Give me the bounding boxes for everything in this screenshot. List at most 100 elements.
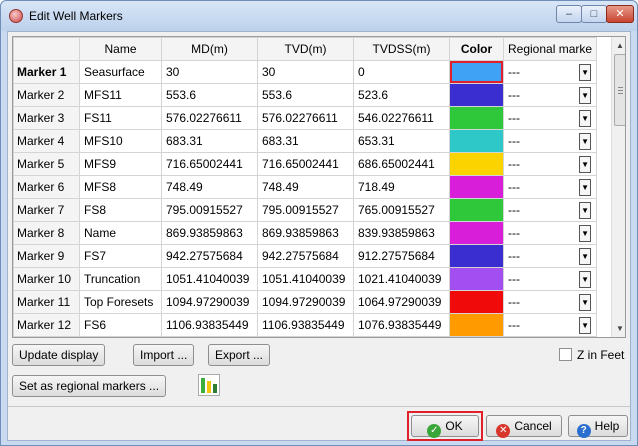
table-row[interactable]: Marker 12 FS6 1106.93835449 1106.93835449 10…	[13, 313, 598, 337]
chevron-down-icon[interactable]: ▼	[579, 224, 592, 242]
scroll-up-icon[interactable]: ▲	[612, 37, 625, 54]
name-cell[interactable]: FS7	[79, 244, 162, 268]
table-row[interactable]: Marker 6 MFS8 748.49 748.49 718.49 --- ▼	[13, 175, 598, 199]
row-header[interactable]: Marker 9	[13, 244, 80, 268]
color-cell[interactable]	[449, 83, 504, 107]
close-button[interactable]: ✕	[606, 5, 634, 23]
color-swatch[interactable]	[450, 130, 503, 152]
name-cell[interactable]: MFS8	[79, 175, 162, 199]
tvdss-cell[interactable]: 1021.41040039	[353, 267, 450, 291]
tvdss-cell[interactable]: 546.02276611	[353, 106, 450, 130]
chevron-down-icon[interactable]: ▼	[579, 201, 592, 219]
md-cell[interactable]: 553.6	[161, 83, 258, 107]
md-cell[interactable]: 795.00915527	[161, 198, 258, 222]
regional-marker-combobox[interactable]: --- ▼	[508, 315, 592, 336]
vertical-scrollbar[interactable]: ▲ ▼	[611, 37, 625, 337]
title-bar[interactable]: Edit Well Markers – □ ✕	[1, 1, 637, 31]
row-header[interactable]: Marker 8	[13, 221, 80, 245]
cancel-button[interactable]: ✕ Cancel	[486, 415, 562, 438]
regional-marker-select[interactable]: --- ▼	[502, 198, 598, 222]
tvd-cell[interactable]: 1106.93835449	[257, 313, 354, 337]
regional-marker-combobox[interactable]: --- ▼	[508, 269, 592, 290]
md-cell[interactable]: 1106.93835449	[161, 313, 258, 337]
color-swatch[interactable]	[450, 153, 503, 175]
table-row[interactable]: Marker 10 Truncation 1051.41040039 1051.410…	[13, 267, 598, 291]
regional-marker-combobox[interactable]: --- ▼	[508, 200, 592, 221]
row-header[interactable]: Marker 4	[13, 129, 80, 153]
tvd-cell[interactable]: 869.93859863	[257, 221, 354, 245]
md-cell[interactable]: 942.27575684	[161, 244, 258, 268]
regional-marker-combobox[interactable]: --- ▼	[508, 85, 592, 106]
name-cell[interactable]: Seasurface	[79, 60, 162, 84]
regional-marker-select[interactable]: --- ▼	[502, 290, 598, 314]
table-row[interactable]: Marker 9 FS7 942.27575684 942.27575684 912.2…	[13, 244, 598, 268]
name-cell[interactable]: FS11	[79, 106, 162, 130]
md-cell[interactable]: 576.02276611	[161, 106, 258, 130]
tvd-cell[interactable]: 942.27575684	[257, 244, 354, 268]
table-row[interactable]: Marker 5 MFS9 716.65002441 716.65002441 686.…	[13, 152, 598, 176]
color-swatch[interactable]	[450, 176, 503, 198]
chevron-down-icon[interactable]: ▼	[579, 293, 592, 311]
regional-marker-select[interactable]: --- ▼	[502, 106, 598, 130]
regional-markers-bars-icon[interactable]	[198, 374, 220, 396]
row-header[interactable]: Marker 11	[13, 290, 80, 314]
regional-marker-combobox[interactable]: --- ▼	[508, 223, 592, 244]
color-cell[interactable]	[449, 221, 504, 245]
chevron-down-icon[interactable]: ▼	[579, 86, 592, 104]
tvd-cell[interactable]: 576.02276611	[257, 106, 354, 130]
name-cell[interactable]: Name	[79, 221, 162, 245]
regional-marker-select[interactable]: --- ▼	[502, 83, 598, 107]
color-swatch[interactable]	[450, 291, 503, 313]
set-regional-markers-button[interactable]: Set as regional markers ...	[12, 375, 167, 397]
color-cell[interactable]	[449, 60, 504, 84]
table-row[interactable]: Marker 4 MFS10 683.31 683.31 653.31 --- ▼	[13, 129, 598, 153]
tvd-cell[interactable]: 553.6	[257, 83, 354, 107]
tvdss-cell[interactable]: 1064.97290039	[353, 290, 450, 314]
table-row[interactable]: Marker 7 FS8 795.00915527 795.00915527 765.0…	[13, 198, 598, 222]
color-swatch[interactable]	[450, 245, 503, 267]
regional-marker-combobox[interactable]: --- ▼	[508, 177, 592, 198]
row-header[interactable]: Marker 6	[13, 175, 80, 199]
tvdss-cell[interactable]: 1076.93835449	[353, 313, 450, 337]
table-row[interactable]: Marker 3 FS11 576.02276611 576.02276611 546.…	[13, 106, 598, 130]
tvdss-cell[interactable]: 912.27575684	[353, 244, 450, 268]
update-display-button[interactable]: Update display	[12, 344, 106, 366]
regional-marker-select[interactable]: --- ▼	[502, 129, 598, 153]
table-row[interactable]: Marker 1 Seasurface 30 30 0 --- ▼	[13, 60, 598, 84]
scrollbar-thumb[interactable]	[614, 54, 625, 126]
tvdss-cell[interactable]: 718.49	[353, 175, 450, 199]
row-header[interactable]: Marker 12	[13, 313, 80, 337]
chevron-down-icon[interactable]: ▼	[579, 247, 592, 265]
name-cell[interactable]: FS6	[79, 313, 162, 337]
tvdss-cell[interactable]: 653.31	[353, 129, 450, 153]
color-cell[interactable]	[449, 198, 504, 222]
regional-marker-select[interactable]: --- ▼	[502, 267, 598, 291]
tvd-cell[interactable]: 30	[257, 60, 354, 84]
column-header-name[interactable]: Name	[79, 37, 162, 61]
row-header[interactable]: Marker 10	[13, 267, 80, 291]
md-cell[interactable]: 716.65002441	[161, 152, 258, 176]
row-header[interactable]: Marker 5	[13, 152, 80, 176]
color-swatch[interactable]	[450, 222, 503, 244]
maximize-button[interactable]: □	[581, 5, 607, 23]
tvd-cell[interactable]: 716.65002441	[257, 152, 354, 176]
table-row[interactable]: Marker 8 Name 869.93859863 869.93859863 839.…	[13, 221, 598, 245]
md-cell[interactable]: 1051.41040039	[161, 267, 258, 291]
z-in-feet-label[interactable]: Z in Feet	[577, 348, 624, 362]
color-swatch[interactable]	[450, 199, 503, 221]
md-cell[interactable]: 683.31	[161, 129, 258, 153]
regional-marker-combobox[interactable]: --- ▼	[508, 62, 592, 83]
regional-marker-select[interactable]: --- ▼	[502, 244, 598, 268]
tvdss-cell[interactable]: 839.93859863	[353, 221, 450, 245]
regional-marker-select[interactable]: --- ▼	[502, 152, 598, 176]
color-cell[interactable]	[449, 152, 504, 176]
regional-marker-combobox[interactable]: --- ▼	[508, 246, 592, 267]
row-header[interactable]: Marker 3	[13, 106, 80, 130]
chevron-down-icon[interactable]: ▼	[579, 109, 592, 127]
chevron-down-icon[interactable]: ▼	[579, 316, 592, 334]
row-header[interactable]: Marker 2	[13, 83, 80, 107]
tvd-cell[interactable]: 683.31	[257, 129, 354, 153]
color-cell[interactable]	[449, 244, 504, 268]
chevron-down-icon[interactable]: ▼	[579, 270, 592, 288]
tvd-cell[interactable]: 1051.41040039	[257, 267, 354, 291]
